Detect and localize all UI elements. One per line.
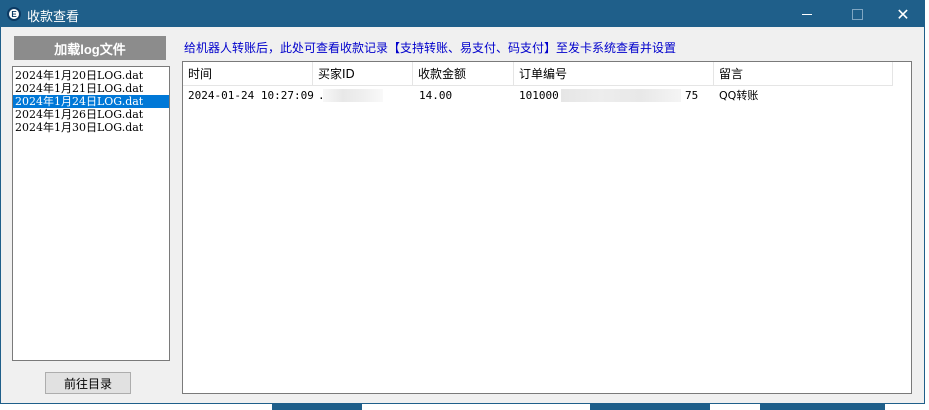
redacted-buyer-id	[323, 89, 383, 102]
file-list-item[interactable]: 2024年1月20日LOG.dat	[13, 69, 169, 82]
cell-message: QQ转账	[719, 89, 759, 102]
table-row[interactable]: 2024-01-24 10:27:09 . 14.00 101000 75 QQ…	[183, 87, 893, 104]
file-list-item[interactable]: 2024年1月26日LOG.dat	[13, 108, 169, 121]
window-title: 收款查看	[27, 10, 80, 25]
background-taskbar-segment	[272, 404, 362, 410]
cell-amount: 14.00	[419, 89, 453, 102]
cell-time: 2024-01-24 10:27:09	[188, 89, 314, 102]
cell-order-suffix: 75	[685, 89, 699, 102]
redacted-order-number	[561, 89, 681, 102]
file-list-item[interactable]: 2024年1月30日LOG.dat	[13, 121, 169, 134]
background-taskbar-segment	[590, 404, 710, 410]
minimize-icon	[802, 13, 812, 15]
open-directory-button[interactable]: 前往目录	[45, 372, 131, 394]
payment-records-table[interactable]: 时间 买家ID 收款金额 订单编号 留言 2024-01-24 10:27:09…	[182, 61, 912, 394]
column-header-message[interactable]: 留言	[714, 62, 893, 86]
maximize-button	[834, 1, 880, 27]
title-bar[interactable]: E 收款查看 ✕	[1, 1, 924, 27]
minimize-button[interactable]	[784, 1, 830, 27]
table-header: 时间 买家ID 收款金额 订单编号 留言	[183, 62, 893, 86]
maximize-icon	[851, 8, 863, 20]
background-taskbar-segment	[760, 404, 885, 410]
close-icon: ✕	[896, 4, 910, 24]
column-header-order-number[interactable]: 订单编号	[514, 62, 714, 86]
log-file-list[interactable]: 2024年1月20日LOG.dat 2024年1月21日LOG.dat 2024…	[12, 66, 170, 361]
file-list-item[interactable]: 2024年1月21日LOG.dat	[13, 82, 169, 95]
app-window: E 收款查看 ✕ 加载log文件 2024年1月20日LOG.dat 2024年…	[0, 0, 925, 404]
load-log-button[interactable]: 加载log文件	[14, 36, 166, 60]
column-header-buyer-id[interactable]: 买家ID	[313, 62, 413, 86]
app-logo-icon: E	[7, 7, 21, 21]
info-message: 给机器人转账后，此处可查看收款记录【支持转账、易支付、码支付】至发卡系统查看并设…	[184, 41, 677, 55]
file-list-item-selected[interactable]: 2024年1月24日LOG.dat	[13, 95, 169, 108]
column-header-time[interactable]: 时间	[183, 62, 313, 86]
column-header-amount[interactable]: 收款金额	[413, 62, 514, 86]
close-button[interactable]: ✕	[880, 1, 926, 27]
